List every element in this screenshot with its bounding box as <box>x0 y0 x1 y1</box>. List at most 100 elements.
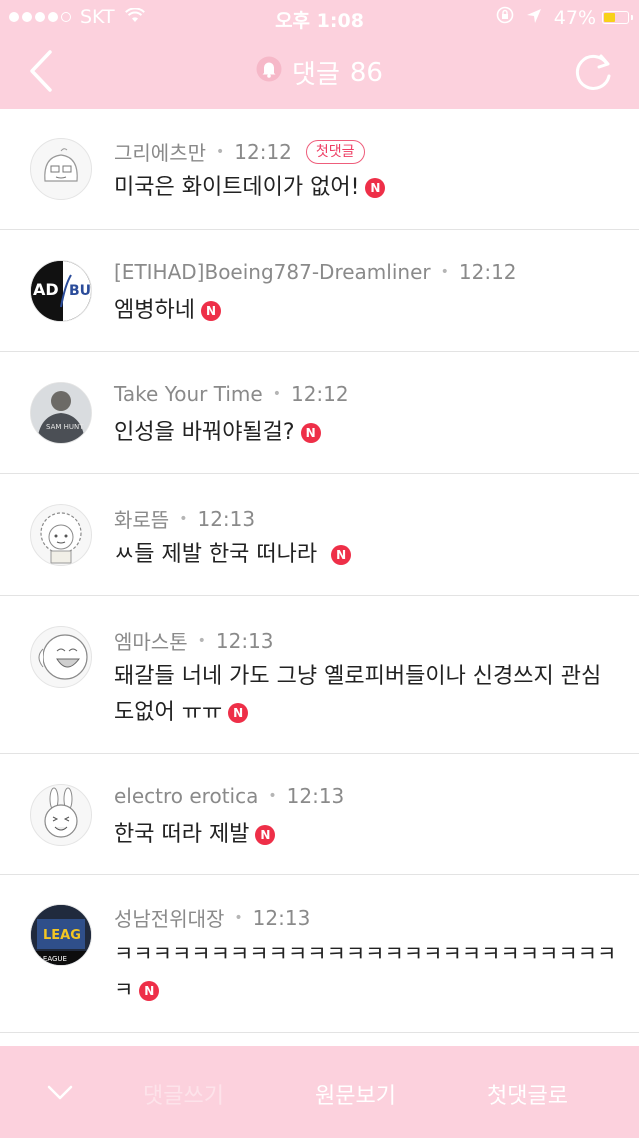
author-name[interactable]: [ETIHAD]Boeing787-Dreamliner <box>114 260 431 284</box>
bottom-bar: 댓글쓰기 원문보기 첫댓글로 <box>0 1046 639 1138</box>
comment-item[interactable]: AD BU [ETIHAD]Boeing787-Dreamliner • 12:1… <box>0 230 639 352</box>
nav-bar: 댓글 86 <box>0 36 639 109</box>
avatar[interactable] <box>30 138 92 200</box>
first-comment-badge: 첫댓글 <box>305 139 365 164</box>
comment-time: 12:13 <box>215 628 274 653</box>
curly-hair-avatar <box>40 512 82 564</box>
comment-meta: 그리에츠만 • 12:12 첫댓글 <box>114 137 365 166</box>
separator-dot: • <box>234 909 243 926</box>
separator-dot: • <box>268 788 277 804</box>
author-name[interactable]: 엠마스톤 <box>114 626 188 655</box>
new-badge: N <box>139 981 160 1001</box>
comment-meta: 성남전위대장 • 12:13 <box>114 903 310 932</box>
comment-body: 한국 떠라 제발 <box>114 822 250 847</box>
write-comment-button[interactable]: 댓글쓰기 <box>143 1078 224 1110</box>
comment-body-line: ㅋN <box>114 972 617 1008</box>
comment-meta: 화로뜸 • 12:13 <box>114 504 255 533</box>
first-comment-button[interactable]: 첫댓글로 <box>487 1078 568 1110</box>
author-name[interactable]: Take Your Time <box>114 382 263 406</box>
comment-text: 인성을 바꿔야될걸? N <box>114 415 617 451</box>
avatar[interactable] <box>30 626 92 688</box>
avatar[interactable]: AD BU <box>30 260 92 322</box>
comment-text: 돼갈들 너네 가도 그냥 옐로피버들이나 신경쓰지 관심 도없어 ㅠㅠ N <box>114 659 617 731</box>
avatar[interactable]: SAM HUNT <box>30 382 92 444</box>
author-name[interactable]: 화로뜸 <box>114 504 169 533</box>
comment-body-line: 돼갈들 너네 가도 그냥 옐로피버들이나 신경쓰지 관심 <box>114 664 602 689</box>
comment-item[interactable]: 엠마스톤 • 12:13 돼갈들 너네 가도 그냥 옐로피버들이나 신경쓰지 관… <box>0 596 639 754</box>
header: SKT 오후 1:08 47% 댓글 86 <box>0 0 639 109</box>
comment-body: 엠병하네 <box>114 298 195 323</box>
avatar[interactable] <box>30 504 92 566</box>
battery-icon <box>602 11 633 24</box>
photo-shirt-avatar: SAM HUNT <box>31 383 91 443</box>
new-badge: N <box>365 178 386 198</box>
new-badge: N <box>300 423 321 443</box>
orientation-lock-icon <box>496 6 514 29</box>
comment-text: ㅆ들 제발 한국 떠나라 N <box>114 537 617 573</box>
comment-time: 12:13 <box>197 506 256 531</box>
battery-percent: 47% <box>553 6 596 29</box>
svg-text:BU: BU <box>69 283 91 299</box>
separator-dot: • <box>272 386 281 402</box>
comment-item[interactable]: electro erotica • 12:13 한국 떠라 제발 N <box>0 754 639 875</box>
refresh-icon <box>575 54 611 90</box>
new-badge: N <box>255 825 276 845</box>
comment-list: 그리에츠만 • 12:12 첫댓글 미국은 화이트데이가 없어! N AD BU [… <box>0 109 639 1033</box>
separator-dot: • <box>216 143 225 160</box>
comment-meta: [ETIHAD]Boeing787-Dreamliner • 12:12 <box>114 260 517 284</box>
svg-text:SAM HUNT: SAM HUNT <box>46 423 84 431</box>
chevron-down-icon <box>47 1085 73 1100</box>
collapse-button[interactable] <box>44 1082 76 1104</box>
battery-fill <box>604 13 615 22</box>
comment-text: 엠병하네 N <box>114 293 617 329</box>
view-original-button[interactable]: 원문보기 <box>315 1078 396 1110</box>
separator-dot: • <box>197 632 206 649</box>
new-badge: N <box>331 545 352 565</box>
comment-time: 12:13 <box>286 784 345 808</box>
comment-item[interactable]: 그리에츠만 • 12:12 첫댓글 미국은 화이트데이가 없어! N <box>0 109 639 230</box>
separator-dot: • <box>179 510 188 527</box>
comment-item[interactable]: LEAG LEAGUE 성남전위대장 • 12:13 ㅋㅋㅋㅋㅋㅋㅋㅋㅋㅋㅋㅋㅋㅋ… <box>0 875 639 1033</box>
avatar[interactable]: LEAG LEAGUE <box>30 904 92 966</box>
comment-time: 12:13 <box>252 905 311 930</box>
rabbit-avatar <box>44 787 78 838</box>
comment-time: 12:12 <box>458 260 517 284</box>
comment-body: ㅋ <box>114 978 134 1002</box>
comment-text: 미국은 화이트데이가 없어! N <box>114 170 617 206</box>
comment-meta: electro erotica • 12:13 <box>114 784 344 808</box>
comment-body: 도없어 ㅠㅠ <box>114 700 223 725</box>
page-title: 댓글 86 <box>0 54 639 91</box>
comment-count: 86 <box>349 57 383 88</box>
status-right: 47% <box>496 6 633 29</box>
comment-item[interactable]: 화로뜸 • 12:13 ㅆ들 제발 한국 떠나라 N <box>0 474 639 596</box>
separator-dot: • <box>440 264 449 280</box>
svg-text:LEAG: LEAG <box>43 928 81 943</box>
avatar[interactable] <box>30 784 92 846</box>
author-name[interactable]: electro erotica <box>114 784 258 808</box>
bell-icon <box>256 55 282 90</box>
status-bar: SKT 오후 1:08 47% <box>0 0 639 36</box>
svg-text:LEAGUE: LEAGUE <box>39 955 67 963</box>
league-photo-avatar: LEAG LEAGUE <box>31 905 91 965</box>
laughing-face-avatar <box>38 634 88 680</box>
svg-text:AD: AD <box>33 280 59 299</box>
author-name[interactable]: 그리에츠만 <box>114 137 206 166</box>
author-name[interactable]: 성남전위대장 <box>114 903 224 932</box>
comment-body-line: 도없어 ㅠㅠ N <box>114 695 617 731</box>
comment-meta: 엠마스톤 • 12:13 <box>114 626 274 655</box>
comment-time: 12:12 <box>234 139 292 164</box>
location-arrow-icon <box>526 7 542 29</box>
sketch-face-avatar <box>44 148 78 182</box>
comment-text: 한국 떠라 제발 N <box>114 817 617 853</box>
comment-item[interactable]: SAM HUNT Take Your Time • 12:12 인성을 바꿔야될… <box>0 352 639 474</box>
title-label: 댓글 <box>292 60 340 90</box>
comment-body: 인성을 바꿔야될걸? <box>114 420 295 445</box>
comment-meta: Take Your Time • 12:12 <box>114 382 349 406</box>
new-badge: N <box>228 703 249 723</box>
airline-logo-avatar: AD BU <box>31 261 91 321</box>
comment-body: ㅆ들 제발 한국 떠나라 <box>114 542 318 567</box>
new-badge: N <box>200 301 221 321</box>
comment-text: ㅋㅋㅋㅋㅋㅋㅋㅋㅋㅋㅋㅋㅋㅋㅋㅋㅋㅋㅋㅋㅋㅋㅋㅋㅋㅋ ㅋN <box>114 936 617 1008</box>
refresh-button[interactable] <box>571 50 615 94</box>
comment-time: 12:12 <box>290 382 349 406</box>
